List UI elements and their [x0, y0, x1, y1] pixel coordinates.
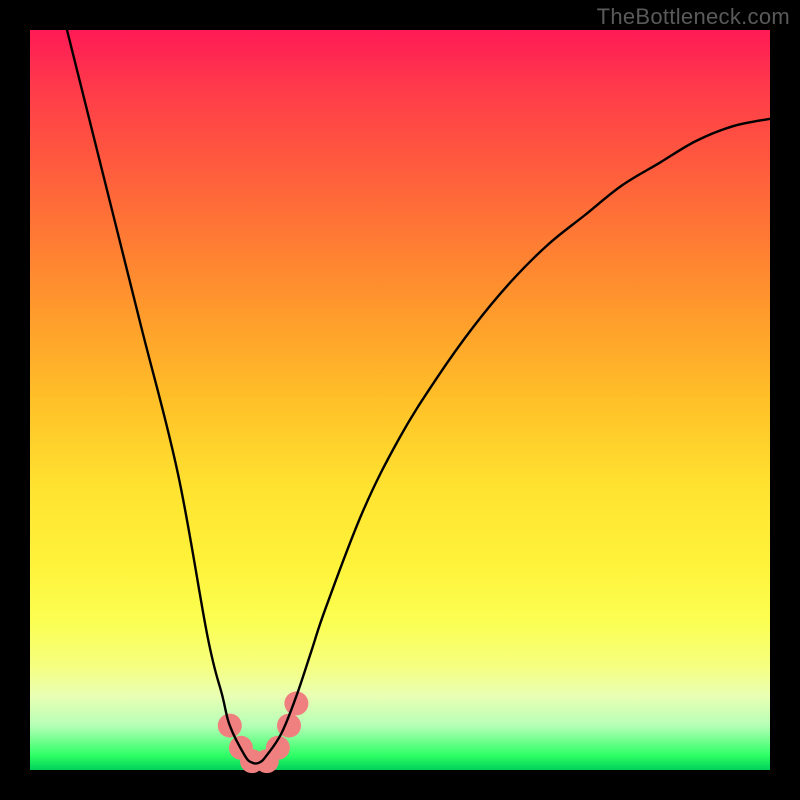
chart-svg: [30, 30, 770, 770]
chart-frame: TheBottleneck.com: [0, 0, 800, 800]
bottleneck-curve: [67, 30, 770, 764]
watermark-text: TheBottleneck.com: [597, 4, 790, 30]
chart-plot-area: [30, 30, 770, 770]
